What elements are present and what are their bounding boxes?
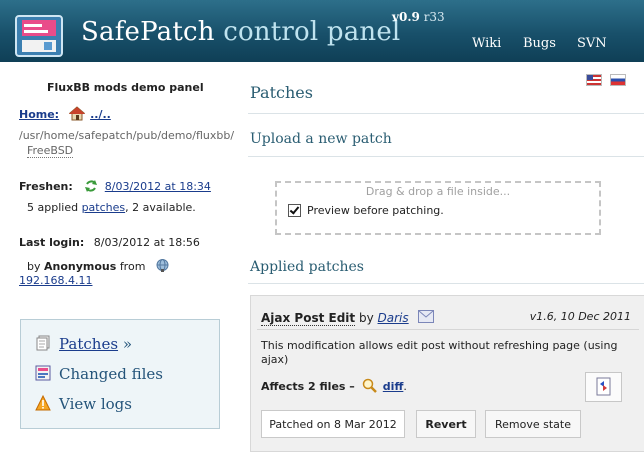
login-user: Anonymous [44,260,117,273]
applied-count: 5 applied [27,201,79,214]
patch-dropzone[interactable]: Drag & drop a file inside... Preview bef… [275,181,601,235]
sidebar: FluxBB mods demo panel Home: ../.. /usr/… [0,62,240,461]
diff-document-icon [596,377,611,396]
preview-label: Preview before patching. [307,204,444,217]
available-count: , 2 available. [125,201,196,214]
patch-header: Ajax Post Edit by Daris [261,310,435,326]
sidebar-item-view-logs[interactable]: View logs [35,395,132,413]
patch-affects: Affects 2 files – diff. [261,378,407,393]
sidebar-item-patches-label: Patches [59,335,119,353]
last-login-row: Last login: 8/03/2012 at 18:56 [19,236,200,249]
nav-wiki-link[interactable]: Wiki [472,36,501,51]
patch-author-link[interactable]: Daris [378,311,409,325]
house-icon [68,106,85,121]
ip-link[interactable]: 192.168.4.11 [19,274,92,287]
patch-status: Patched on 8 Mar 2012 [261,410,405,438]
revert-button[interactable]: Revert [416,410,476,438]
sidebar-item-changed-files-label: Changed files [59,365,163,383]
preview-option[interactable]: Preview before patching. [288,204,444,217]
version-info: v0.9 r33 [392,10,445,24]
remove-state-button[interactable]: Remove state [485,410,581,438]
login-user-row: by Anonymous from [27,258,170,273]
patch-card: Ajax Post Edit by Daris v1.6, 10 Dec 201… [250,295,644,452]
revision-number: r33 [423,10,445,24]
applied-section-title: Applied patches [250,259,364,275]
install-path: /usr/home/safepatch/pub/demo/fluxbb/ Fre… [19,128,234,158]
preview-checkbox[interactable] [288,204,301,217]
panel-name: FluxBB mods demo panel [47,81,204,94]
patch-name: Ajax Post Edit [261,311,356,326]
affects-text: Affects 2 files – [261,380,355,393]
install-path-text: /usr/home/safepatch/pub/demo/fluxbb/ [19,129,235,142]
diff-suffix: . [403,380,407,393]
patch-by: by [358,311,374,325]
from-text: from [119,260,146,273]
diff-link[interactable]: diff [383,380,404,393]
sidebar-item-patches[interactable]: Patches » [35,335,132,353]
refresh-icon[interactable] [84,179,98,193]
patch-description: This modification allows edit post witho… [261,339,618,366]
applied-divider [248,283,644,284]
version-number: v0.9 [392,10,420,24]
sidebar-nav: Patches » Changed files View logs [20,319,220,429]
freshen-date-link[interactable]: 8/03/2012 at 18:34 [105,180,211,193]
nav-svn-link[interactable]: SVN [577,36,607,51]
magnifier-icon [363,378,378,393]
applied-summary: 5 applied patches, 2 available. [27,201,196,214]
mail-icon[interactable] [418,310,435,323]
patches-link[interactable]: patches [82,201,126,214]
title-divider [248,113,644,114]
network-icon [156,259,169,272]
view-diff-button[interactable] [585,372,622,402]
nav-bugs-link[interactable]: Bugs [523,36,556,51]
ip-row: 192.168.4.11 [19,274,92,287]
top-nav: Wiki Bugs SVN [0,36,644,54]
page-title: Patches [250,83,313,102]
patch-divider [257,329,639,330]
dropzone-hint: Drag & drop a file inside... [365,185,511,198]
patch-version: v1.6, 10 Dec 2011 [529,310,631,323]
document-icon [36,335,50,351]
active-chevron: » [122,335,132,353]
by-text: by [27,260,41,273]
language-switcher [583,71,626,90]
warning-icon [35,395,51,411]
freshen-row: Freshen: 8/03/2012 at 18:34 [19,179,211,193]
russian-flag-icon[interactable] [610,74,626,86]
last-login-value: 8/03/2012 at 18:56 [93,236,200,249]
home-row: Home: ../.. [19,106,111,121]
english-flag-icon[interactable] [585,74,602,86]
files-icon [35,365,51,381]
upload-section-title: Upload a new patch [250,131,392,147]
main-content: Patches Upload a new patch Drag & drop a… [248,62,644,461]
home-label-link[interactable]: Home: [19,108,59,121]
home-path-link[interactable]: ../.. [90,108,111,121]
upload-divider [248,156,644,157]
app-header: SafePatch control panel v0.9 r33 Wiki Bu… [0,0,644,62]
os-name: FreeBSD [27,144,74,158]
freshen-label: Freshen: [19,180,73,193]
sidebar-item-changed-files[interactable]: Changed files [35,365,163,383]
last-login-label: Last login: [19,236,85,249]
sidebar-item-view-logs-label: View logs [59,395,132,413]
